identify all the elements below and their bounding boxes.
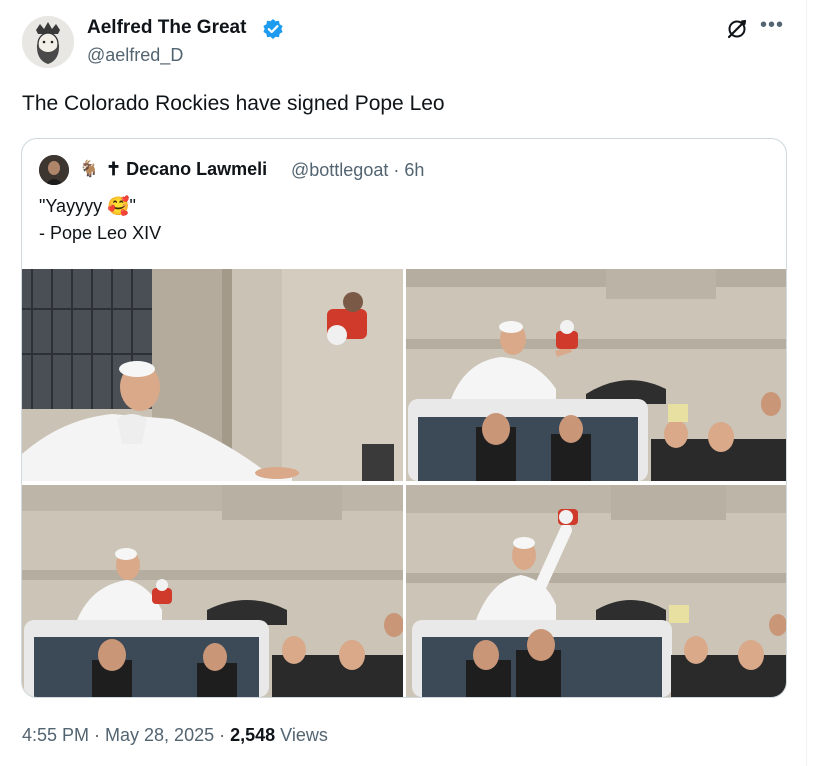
quote-author-avatar[interactable] (39, 155, 69, 185)
media-photo-3[interactable] (22, 485, 403, 697)
media-photo-2[interactable] (406, 269, 786, 481)
column-divider (806, 0, 807, 766)
quote-text-line-1: "Yayyyy 🥰" (39, 196, 136, 216)
views-count: 2,548 (230, 725, 276, 745)
grok-icon[interactable] (726, 18, 748, 40)
views-label: Views (275, 725, 328, 745)
goat-emoji: 🐐 (79, 161, 99, 178)
author-avatar[interactable] (22, 16, 74, 68)
quoted-tweet-card[interactable]: 🐐 ✝ Decano Lawmeli @bottlegoat · 6h "Yay… (21, 138, 787, 698)
quote-author-handle-time[interactable]: @bottlegoat · 6h (291, 160, 424, 181)
tweet-timestamp[interactable]: 4:55 PM · May 28, 2025 · (22, 725, 230, 745)
tweet-meta: 4:55 PM · May 28, 2025 · 2,548 Views (22, 725, 328, 746)
quote-author-name[interactable]: ✝ Decano Lawmeli (106, 159, 267, 180)
author-handle[interactable]: @aelfred_D (87, 45, 183, 66)
more-options-icon[interactable]: ••• (760, 14, 784, 37)
quote-text-line-2: - Pope Leo XIV (39, 223, 162, 243)
author-name[interactable]: Aelfred The Great (87, 17, 246, 39)
tweet-text: The Colorado Rockies have signed Pope Le… (22, 92, 445, 115)
media-photo-4[interactable] (406, 485, 786, 697)
media-photo-1[interactable] (22, 269, 403, 481)
verified-badge-icon (263, 19, 283, 39)
